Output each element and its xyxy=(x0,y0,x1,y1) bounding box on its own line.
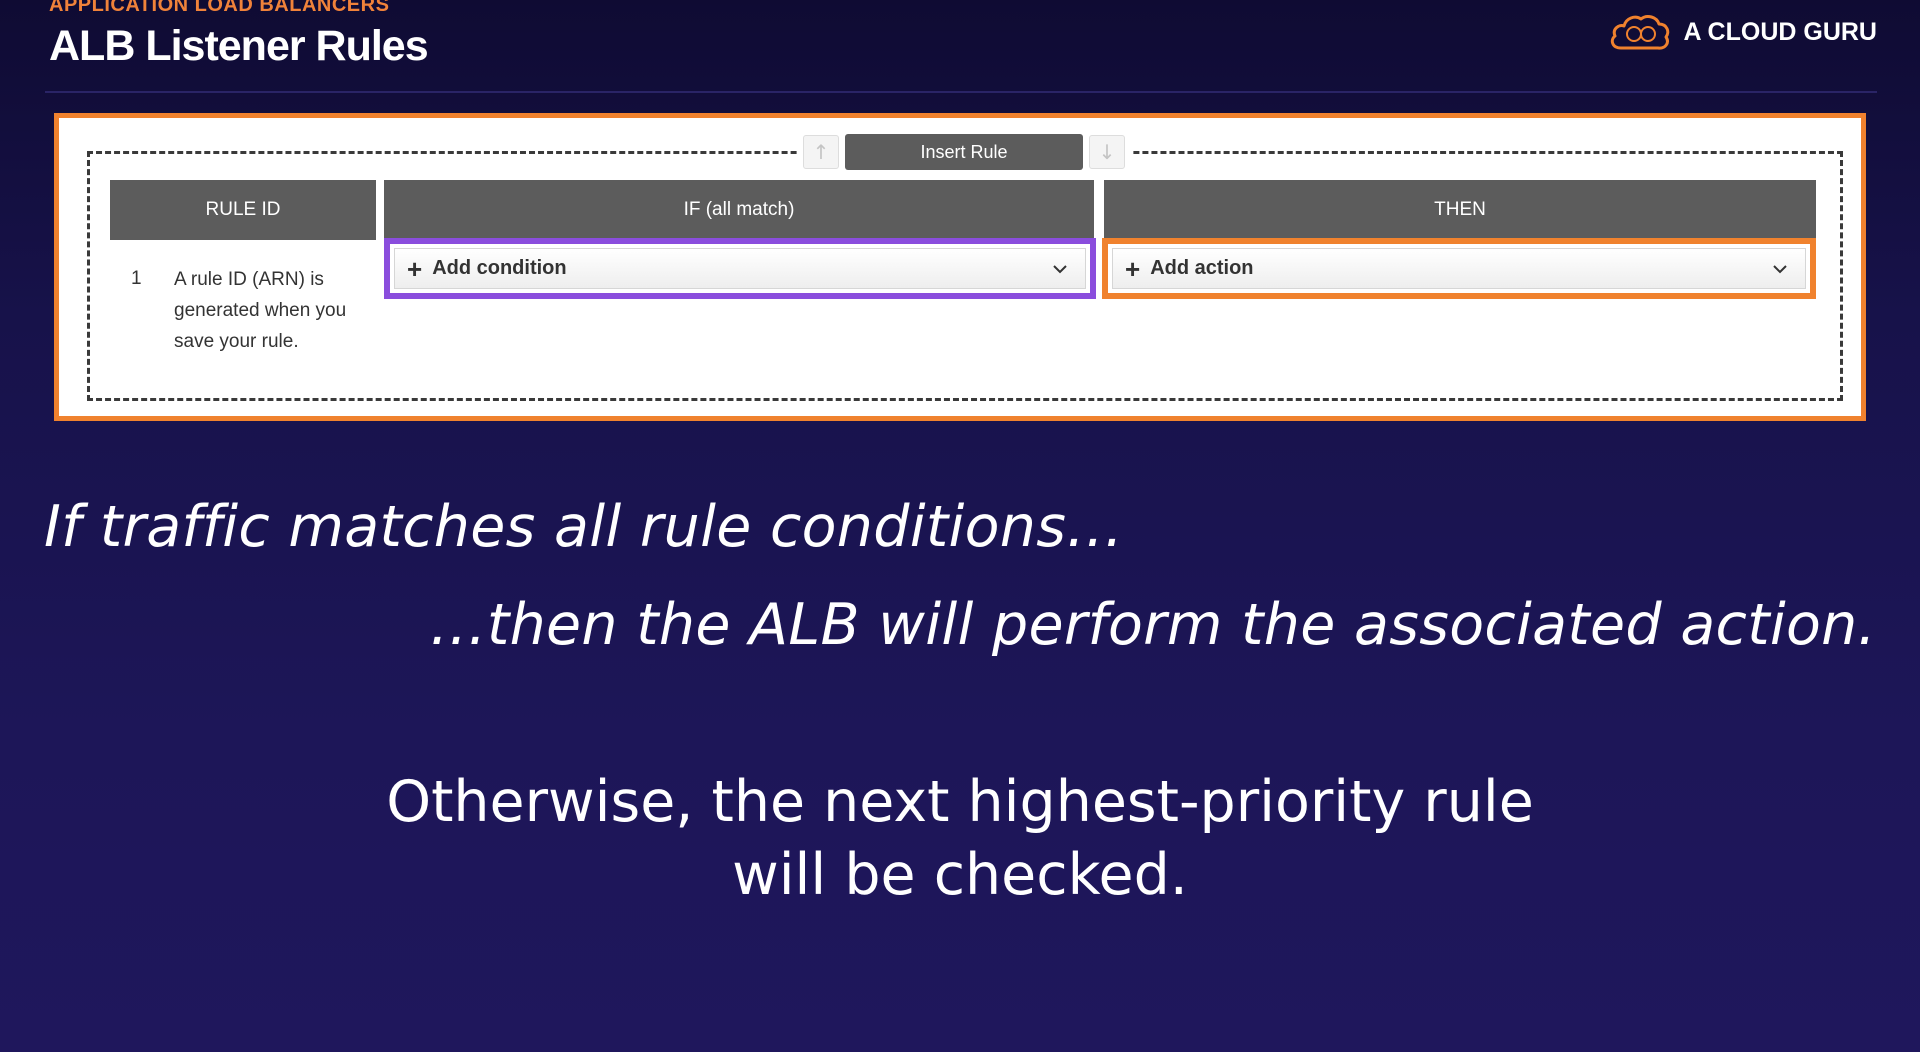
header-divider xyxy=(45,91,1877,93)
rule-id-note: A rule ID (ARN) is generated when you sa… xyxy=(174,269,347,352)
section-eyebrow: APPLICATION LOAD BALANCERS xyxy=(49,0,390,16)
plus-icon: + xyxy=(1125,253,1141,284)
brand: A CLOUD GURU xyxy=(1607,12,1877,52)
page-title: ALB Listener Rules xyxy=(49,22,429,70)
move-down-button[interactable]: ↓ xyxy=(1089,135,1125,169)
move-up-button[interactable]: ↑ xyxy=(803,135,839,169)
add-condition-select[interactable]: + Add condition xyxy=(394,248,1086,289)
chevron-down-icon xyxy=(1773,264,1787,273)
add-action-select[interactable]: + Add action xyxy=(1112,248,1806,289)
narration-conditions: If traffic matches all rule conditions… xyxy=(44,494,1124,560)
narration-otherwise: Otherwise, the next highest-priority rul… xyxy=(0,766,1920,912)
column-header-then: THEN xyxy=(1104,180,1816,240)
insert-rule-button[interactable]: Insert Rule xyxy=(845,134,1083,170)
rule-editor-screenshot: ↑ Insert Rule ↓ RULE ID IF (all match) T… xyxy=(54,113,1866,421)
narration-otherwise-line1: Otherwise, the next highest-priority rul… xyxy=(386,769,1534,835)
action-select-highlight: + Add action xyxy=(1102,238,1816,299)
cloud-logo-icon xyxy=(1611,15,1670,50)
narration-action: …then the ALB will perform the associate… xyxy=(429,592,1876,658)
narration-otherwise-line2: will be checked. xyxy=(732,842,1188,908)
rule-number: 1 xyxy=(131,268,142,289)
column-header-if: IF (all match) xyxy=(384,180,1094,240)
condition-select-highlight: + Add condition xyxy=(384,238,1096,299)
brand-name: A CLOUD GURU xyxy=(1683,17,1877,46)
add-condition-label: Add condition xyxy=(432,257,567,279)
chevron-down-icon xyxy=(1053,264,1067,273)
plus-icon: + xyxy=(407,253,423,284)
add-action-label: Add action xyxy=(1150,257,1254,279)
column-header-rule-id: RULE ID xyxy=(110,180,376,240)
insert-rule-controls: ↑ Insert Rule ↓ xyxy=(797,134,1131,170)
